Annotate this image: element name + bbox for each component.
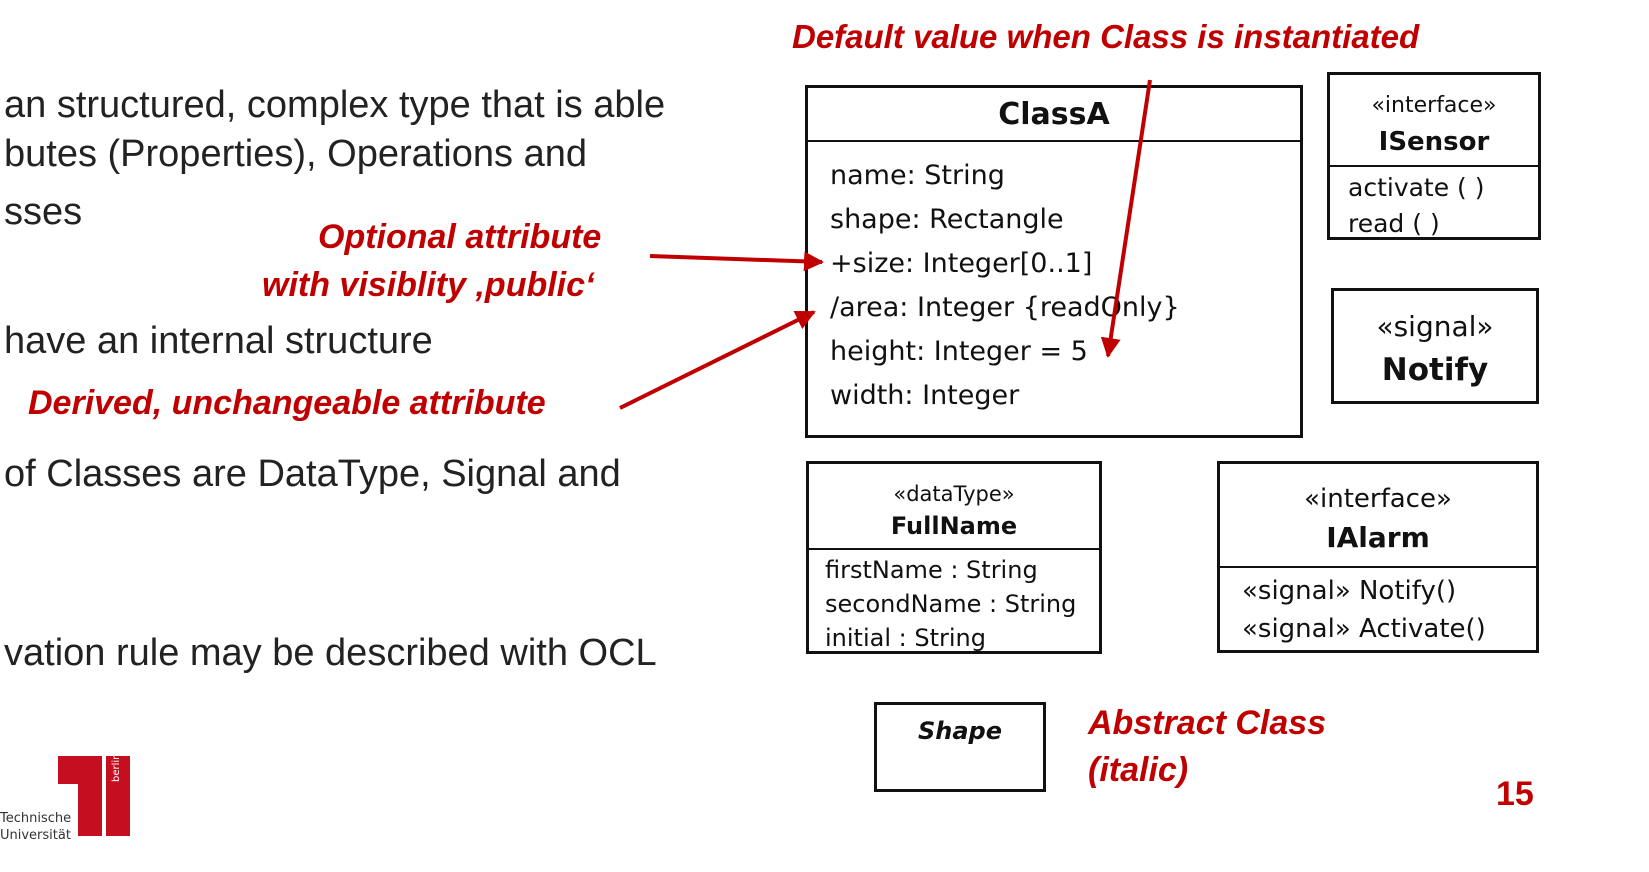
bullet-text-6: vation rule may be described with OCL — [4, 632, 657, 674]
ialarm-op-notify: «signal» Notify() — [1242, 576, 1457, 606]
isensor-op-activate: activate ( ) — [1348, 173, 1485, 202]
classA-name: ClassA — [998, 97, 1110, 132]
annotation-abstract-line1: Abstract Class — [1088, 704, 1327, 742]
bullet-text-2: butes (Properties), Operations and — [4, 133, 587, 175]
isensor-box: «interface» ISensor activate ( ) read ( … — [1327, 72, 1541, 240]
fullname-attr-firstname: firstName : String — [825, 556, 1038, 584]
classA-attr-height: height: Integer = 5 — [830, 336, 1088, 367]
classA-divider — [808, 140, 1300, 142]
bullet-text-3: sses — [4, 191, 83, 233]
fullname-name: FullName — [890, 512, 1018, 540]
page-number: 15 — [1496, 775, 1534, 813]
classA-attr-width: width: Integer — [830, 380, 1020, 411]
arrow-derived-to-area — [619, 310, 816, 410]
annotation-derived: Derived, unchangeable attribute — [28, 384, 546, 422]
arrow-optional-to-size — [649, 251, 824, 272]
notify-name: Notify — [1381, 352, 1489, 388]
classA-attr-shape: shape: Rectangle — [830, 204, 1064, 235]
annotation-optional-line1: Optional attribute — [318, 218, 602, 256]
ialarm-op-activate: «signal» Activate() — [1242, 614, 1486, 644]
isensor-stereotype: «interface» — [1371, 93, 1497, 118]
ialarm-stereotype: «interface» — [1304, 484, 1452, 514]
isensor-op-read: read ( ) — [1348, 209, 1440, 238]
university-logo: Technische Universität berlin — [0, 752, 150, 872]
bullet-text-4: have an internal structure — [4, 320, 433, 362]
bullet-text-1: an structured, complex type that is able — [4, 84, 666, 126]
fullname-attr-secondname: secondName : String — [825, 590, 1077, 618]
isensor-divider — [1330, 165, 1538, 167]
annotation-optional-line2: with visiblity ‚public‘ — [262, 266, 595, 304]
ialarm-name: IAlarm — [1326, 521, 1430, 554]
isensor-name: ISensor — [1378, 127, 1490, 157]
fullname-datatype-box: «dataType» FullName firstName : String s… — [806, 461, 1102, 654]
logo-block-stem — [78, 756, 102, 836]
classA-attr-size: +size: Integer[0..1] — [830, 248, 1093, 279]
classA-attr-name: name: String — [830, 160, 1005, 191]
logo-text-line1: Technische — [0, 811, 72, 826]
notify-signal-box: «signal» Notify — [1331, 288, 1539, 404]
logo-vertical-text: berlin — [111, 753, 122, 782]
bullet-text-5: of Classes are DataType, Signal and — [4, 453, 621, 495]
annotation-default-value: Default value when Class is instantiated — [792, 18, 1420, 55]
classA-attr-area: /area: Integer {readOnly} — [830, 292, 1180, 323]
fullname-stereotype: «dataType» — [893, 482, 1015, 506]
ialarm-divider — [1220, 566, 1536, 568]
classA-box: ClassA name: String shape: Rectangle +si… — [805, 85, 1303, 438]
shape-abstract-class-box: Shape — [874, 702, 1046, 792]
fullname-divider — [809, 548, 1099, 550]
logo-text-line2: Universität — [0, 828, 71, 843]
annotation-abstract-line2: (italic) — [1088, 751, 1189, 789]
notify-stereotype: «signal» — [1376, 310, 1494, 343]
shape-name: Shape — [917, 717, 1003, 745]
fullname-attr-initial: initial : String — [825, 624, 986, 652]
ialarm-box: «interface» IAlarm «signal» Notify() «si… — [1217, 461, 1539, 653]
